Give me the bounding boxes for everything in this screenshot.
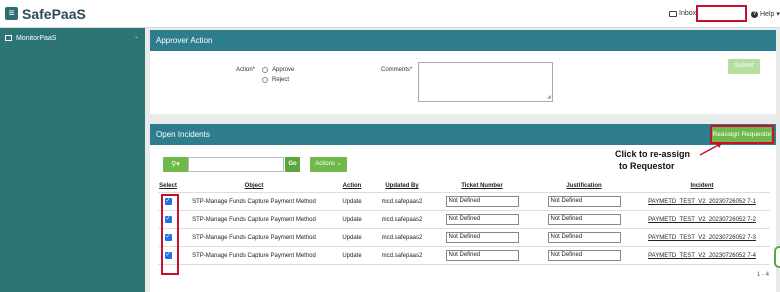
object-cell: STP-Manage Funds Capture Payment Method xyxy=(178,228,330,247)
action-cell: Update xyxy=(330,246,374,265)
updated-by-cell: mcd.safepaas2 xyxy=(374,246,430,265)
action-cell: Update xyxy=(330,228,374,247)
highlight-box-user xyxy=(696,5,747,22)
chevron-down-icon: ⌄ xyxy=(133,34,139,40)
incident-link[interactable]: PAYMETD_TEST_V2_20230726052 7-4 xyxy=(634,246,770,265)
hamburger-menu-button[interactable]: ≡ xyxy=(5,7,18,20)
sidebar-item-label: MonitorPaaS xyxy=(16,34,57,42)
object-cell: STP-Manage Funds Capture Payment Method xyxy=(178,210,330,229)
inbox-icon xyxy=(669,10,677,17)
side-widget-tab[interactable] xyxy=(774,246,780,268)
open-incidents-panel: Open Incidents Reassign Requestor ⚲▾ Go … xyxy=(150,124,776,292)
caret-down-icon: ▾ xyxy=(776,11,780,18)
monitor-icon xyxy=(5,35,12,41)
incidents-table: Select Object Action Updated By Ticket N… xyxy=(158,180,770,265)
pagination-range: 1 - 4 xyxy=(757,272,770,278)
approver-action-title: Approver Action xyxy=(150,30,776,51)
incident-link[interactable]: PAYMETD_TEST_V2_20230726052 7-2 xyxy=(634,210,770,229)
sidebar: MonitorPaaS ⌄ xyxy=(0,28,145,292)
action-cell: Update xyxy=(330,192,374,211)
object-cell: STP-Manage Funds Capture Payment Method xyxy=(178,246,330,265)
comments-label: Comments* xyxy=(381,67,413,73)
help-icon: ? xyxy=(751,10,758,18)
updated-by-cell: mcd.safepaas2 xyxy=(374,210,430,229)
table-row: ✓ STP-Manage Funds Capture Payment Metho… xyxy=(158,246,770,265)
approve-radio[interactable] xyxy=(262,67,268,73)
help-label: Help xyxy=(760,10,775,18)
callout-arrow xyxy=(699,142,723,156)
submit-button[interactable]: Submit xyxy=(728,59,760,74)
updated-by-cell: mcd.safepaas2 xyxy=(374,228,430,247)
ticket-number-input[interactable]: Not Defined xyxy=(445,232,519,243)
ticket-number-input[interactable]: Not Defined xyxy=(445,196,519,207)
sidebar-item-monitorpaas[interactable]: MonitorPaaS ⌄ xyxy=(5,32,141,44)
table-row: ✓ STP-Manage Funds Capture Payment Metho… xyxy=(158,210,770,229)
ticket-number-input[interactable]: Not Defined xyxy=(445,214,519,225)
ticket-number-input[interactable]: Not Defined xyxy=(445,250,519,261)
inbox-link[interactable]: Inbox xyxy=(669,10,696,17)
safepaas-logo[interactable]: SafePaaS xyxy=(22,5,86,23)
incident-link[interactable]: PAYMETD_TEST_V2_20230726052 7-3 xyxy=(634,228,770,247)
logo-text: SafePaaS xyxy=(22,6,86,22)
approve-label: Approve xyxy=(272,67,295,73)
justification-input[interactable]: Not Defined xyxy=(547,196,621,207)
incident-link[interactable]: PAYMETD_TEST_V2_20230726052 7-1 xyxy=(634,192,770,211)
highlight-box-select xyxy=(161,194,179,275)
resize-grip-icon[interactable]: ◢ xyxy=(547,95,551,100)
comments-textarea[interactable]: ◢ xyxy=(418,62,553,102)
reject-label: Reject xyxy=(272,77,290,83)
justification-input[interactable]: Not Defined xyxy=(547,250,621,261)
action-label: Action* xyxy=(236,67,256,73)
approver-action-panel: Approver Action Action* Approve Reject C… xyxy=(150,30,776,114)
help-menu[interactable]: ? Help ▾ xyxy=(751,10,780,18)
object-cell: STP-Manage Funds Capture Payment Method xyxy=(178,192,330,211)
table-row: ✓ STP-Manage Funds Capture Payment Metho… xyxy=(158,228,770,247)
table-row: ✓ STP-Manage Funds Capture Payment Metho… xyxy=(158,192,770,211)
justification-input[interactable]: Not Defined xyxy=(547,232,621,243)
top-bar: ≡ SafePaaS Inbox ? Help ▾ xyxy=(0,0,780,28)
action-cell: Update xyxy=(330,210,374,229)
updated-by-cell: mcd.safepaas2 xyxy=(374,192,430,211)
justification-input[interactable]: Not Defined xyxy=(547,214,621,225)
inbox-label: Inbox xyxy=(679,10,697,17)
reject-radio[interactable] xyxy=(262,77,268,83)
